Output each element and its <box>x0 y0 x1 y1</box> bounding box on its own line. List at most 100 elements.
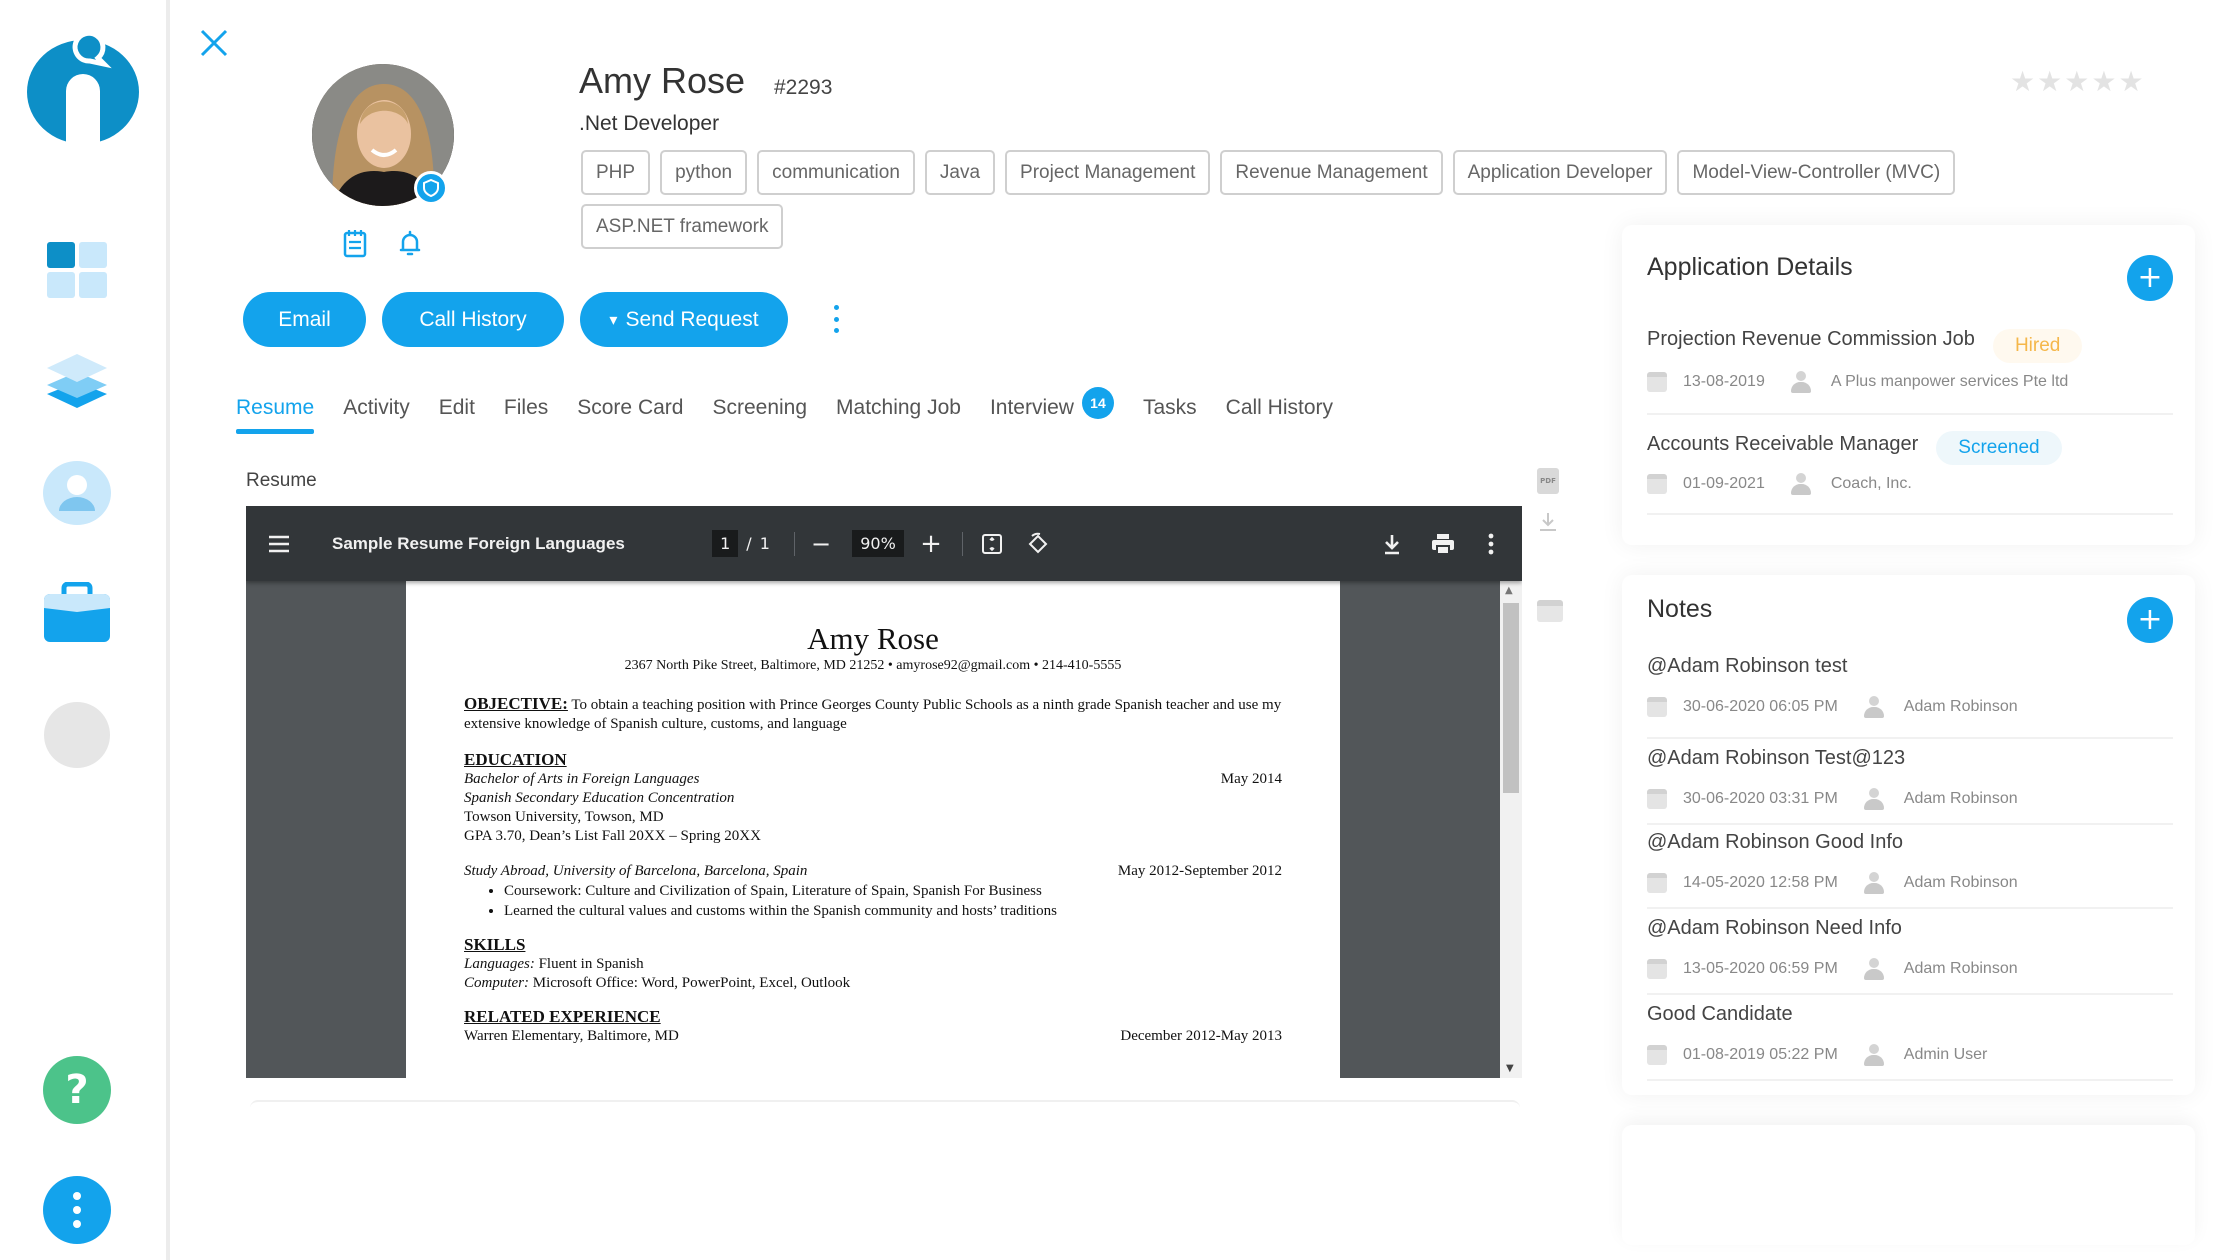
reminder-button[interactable] <box>395 228 425 258</box>
note-item[interactable]: Good Candidate 01-08-2019 05:22 PM Admin … <box>1647 995 2173 1081</box>
scroll-down-arrow-icon[interactable]: ▼ <box>1506 1063 1514 1074</box>
call-history-button[interactable]: Call History <box>382 292 564 347</box>
tab-interview[interactable]: Interview 14 <box>990 387 1114 420</box>
application-job-title[interactable]: Accounts Receivable Manager <box>1647 433 1918 456</box>
study-abroad-date: May 2012-September 2012 <box>1117 863 1282 879</box>
note-item[interactable]: @Adam Robinson Need Info 13-05-2020 06:5… <box>1647 909 2173 995</box>
user-icon <box>1863 958 1884 980</box>
resume-contact: 2367 North Pike Street, Baltimore, MD 21… <box>624 658 1122 673</box>
skill-tag[interactable]: ASP.NET framework <box>581 204 784 249</box>
pdf-download-button[interactable] <box>1376 506 1408 581</box>
toolbar-divider <box>962 532 963 556</box>
note-item[interactable]: @Adam Robinson Good Info 14-05-2020 12:5… <box>1647 825 2173 909</box>
pdf-page: Amy Rose 2367 North Pike Street, Baltimo… <box>406 581 1340 1078</box>
note-author: Adam Robinson <box>1903 960 2018 977</box>
skill-tag[interactable]: Application Developer <box>1452 150 1668 195</box>
tab-call-history[interactable]: Call History <box>1226 396 1333 420</box>
more-actions-button[interactable] <box>826 302 846 336</box>
sidebar-item-placeholder[interactable] <box>42 700 112 770</box>
note-datetime: 13-05-2020 06:59 PM <box>1683 960 1838 977</box>
sidebar-item-jobs[interactable] <box>42 580 112 650</box>
download-icon <box>1385 534 1399 554</box>
tab-score-card[interactable]: Score Card <box>577 396 683 420</box>
note-datetime: 14-05-2020 12:58 PM <box>1683 874 1838 891</box>
note-author: Adam Robinson <box>1903 874 2018 891</box>
skill-tag[interactable]: python <box>660 150 748 195</box>
bell-icon <box>399 230 421 256</box>
application-job-title[interactable]: Projection Revenue Commission Job <box>1647 328 1975 351</box>
calendar-icon <box>1647 474 1667 494</box>
pdf-file-button[interactable]: PDF <box>1537 468 1563 498</box>
pdf-page-input[interactable]: 1 <box>712 530 739 557</box>
help-button[interactable]: ? <box>42 1055 112 1125</box>
brand-logo[interactable] <box>26 22 140 150</box>
print-icon <box>1432 533 1454 555</box>
notes-button[interactable] <box>340 228 370 258</box>
bullet-item: Learned the cultural values and customs … <box>504 901 1282 921</box>
add-note-button[interactable]: + <box>2127 597 2173 643</box>
resume-objective: OBJECTIVE: To obtain a teaching position… <box>464 694 1282 734</box>
pdf-menu-button[interactable] <box>264 506 294 581</box>
tab-screening[interactable]: Screening <box>712 396 807 420</box>
star-icon[interactable]: ★ <box>2010 68 2035 96</box>
pdf-zoom-level[interactable]: 90% <box>846 506 910 581</box>
tab-activity[interactable]: Activity <box>343 396 410 420</box>
tab-resume[interactable]: Resume <box>236 396 315 434</box>
resume-calendar-button[interactable] <box>1537 600 1563 626</box>
note-text: @Adam Robinson Need Info <box>1647 917 1902 939</box>
user-icon <box>1790 473 1811 495</box>
pdf-fit-page-button[interactable] <box>976 506 1008 581</box>
skill-tag[interactable]: PHP <box>581 150 651 195</box>
calendar-icon <box>1647 789 1667 809</box>
more-menu-button[interactable] <box>42 1175 112 1245</box>
skill-tag[interactable]: communication <box>757 150 915 195</box>
pdf-more-button[interactable] <box>1476 506 1506 581</box>
tab-files[interactable]: Files <box>504 396 548 420</box>
sidebar-item-layers[interactable] <box>42 348 112 418</box>
note-datetime: 01-08-2019 05:22 PM <box>1683 1046 1838 1063</box>
email-button[interactable]: Email <box>243 292 366 347</box>
scroll-up-arrow-icon[interactable]: ▲ <box>1505 585 1513 596</box>
note-item[interactable]: @Adam Robinson Test@123 30-06-2020 03:31… <box>1647 741 2173 825</box>
calendar-icon <box>1647 873 1667 893</box>
skill-tag[interactable]: Revenue Management <box>1220 150 1443 195</box>
tab-matching-job[interactable]: Matching Job <box>836 396 961 420</box>
application-item[interactable]: Accounts Receivable Manager Screened 01-0… <box>1647 415 2173 515</box>
add-application-button[interactable]: + <box>2127 255 2173 301</box>
sidebar-item-dashboard[interactable] <box>42 237 112 307</box>
pdf-rotate-button[interactable] <box>1022 506 1054 581</box>
note-item[interactable]: @Adam Robinson test 30-06-2020 06:05 PM A… <box>1647 655 2173 739</box>
tab-label: Activity <box>343 396 410 419</box>
application-item[interactable]: Projection Revenue Commission Job Hired 1… <box>1647 315 2173 415</box>
skill-tag[interactable]: Project Management <box>1005 150 1211 195</box>
star-icon[interactable]: ★ <box>2064 68 2089 96</box>
pdf-print-button[interactable] <box>1426 506 1460 581</box>
abroad-row: Study Abroad, University of Barcelona, B… <box>464 862 1282 881</box>
send-request-button[interactable]: ▾ Send Request <box>580 292 788 347</box>
computer-value: Microsoft Office: Word, PowerPoint, Exce… <box>529 975 851 991</box>
computer-label: Computer: <box>464 975 529 991</box>
resume-download-button[interactable] <box>1537 510 1563 536</box>
sidebar-item-candidates[interactable] <box>42 460 112 530</box>
tab-edit[interactable]: Edit <box>439 396 475 420</box>
star-icon[interactable]: ★ <box>2037 68 2062 96</box>
scrollbar-thumb[interactable] <box>1503 603 1519 793</box>
pdf-viewer[interactable]: Sample Resume Foreign Languages 1 / 1 − … <box>246 506 1522 1078</box>
notes-title: Notes <box>1647 595 1713 623</box>
close-button[interactable] <box>196 25 232 61</box>
pdf-zoom-in-button[interactable]: + <box>916 506 946 581</box>
note-datetime: 30-06-2020 06:05 PM <box>1683 698 1838 715</box>
send-request-label: Send Request <box>625 307 759 331</box>
star-rating[interactable]: ★ ★ ★ ★ ★ <box>2010 68 2144 96</box>
skill-tag[interactable]: Model-View-Controller (MVC) <box>1677 150 1956 195</box>
skill-tag[interactable]: Java <box>924 150 996 195</box>
tab-tasks[interactable]: Tasks <box>1143 396 1197 420</box>
more-vertical-icon <box>1488 533 1494 554</box>
star-icon[interactable]: ★ <box>2118 68 2143 96</box>
pdf-scrollbar[interactable]: ▲ ▼ <box>1500 581 1522 1078</box>
tab-label: Files <box>503 396 549 419</box>
pdf-zoom-out-button[interactable]: − <box>806 506 836 581</box>
pdf-file-icon: PDF <box>1537 468 1559 494</box>
pdf-zoom-value[interactable]: 90% <box>852 530 904 557</box>
star-icon[interactable]: ★ <box>2091 68 2116 96</box>
